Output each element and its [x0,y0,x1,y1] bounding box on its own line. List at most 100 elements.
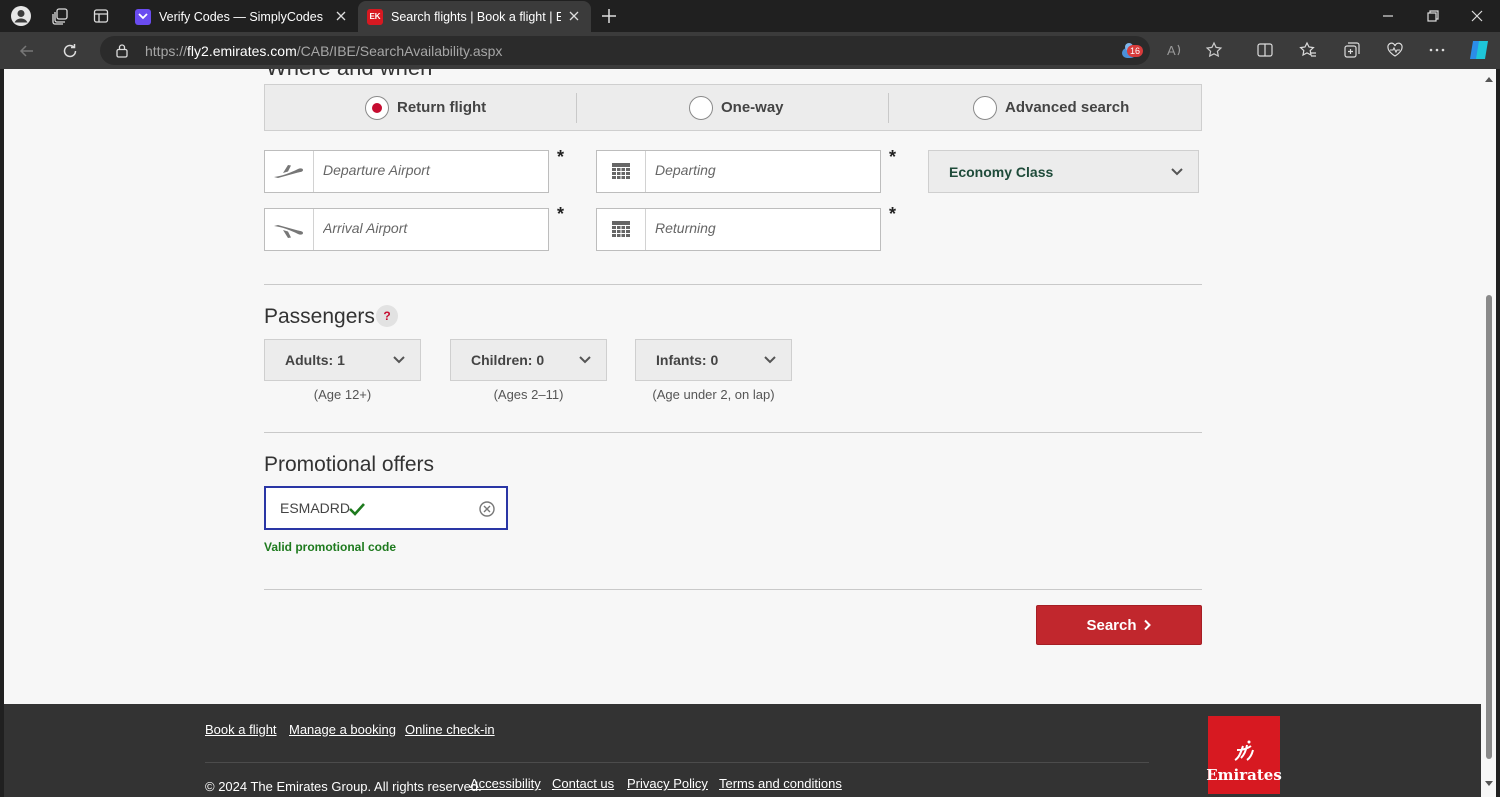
cabin-class-value: Economy Class [949,163,1054,180]
svg-text:A: A [1167,43,1176,58]
adults-value: Adults: 1 [285,352,345,368]
close-window-icon[interactable] [1467,6,1487,26]
required-mark: * [889,147,897,167]
logo-wordmark: Emirates [1206,766,1282,784]
section-divider [264,432,1202,433]
back-icon[interactable] [16,40,38,62]
tab-title: Verify Codes — SimplyCodes [159,9,323,24]
tab-emirates[interactable]: EK Search flights | Book a flight | Emir… [358,1,591,32]
site-footer: Book a flight Manage a booking Online ch… [4,704,1481,797]
chevron-down-icon [579,356,591,364]
tab-actions-icon[interactable] [90,5,112,27]
footer-link-accessibility[interactable]: Accessibility [470,776,541,791]
footer-link-terms[interactable]: Terms and conditions [719,776,842,791]
promo-valid-message: Valid promotional code [264,540,397,554]
calendar-icon [597,209,646,250]
emirates-calligraphy-icon [1234,740,1254,761]
read-aloud-icon[interactable]: A [1166,41,1184,59]
tab-simplycodes[interactable]: Verify Codes — SimplyCodes [126,1,358,32]
new-tab-icon[interactable] [599,6,619,26]
promo-code-input[interactable] [280,500,352,516]
arrival-airport-input[interactable] [323,220,533,236]
children-value: Children: 0 [471,352,545,368]
chevron-down-icon [1171,167,1183,175]
children-select[interactable]: Children: 0 [450,339,607,381]
page-scrollbar[interactable] [1481,69,1496,797]
radio-unselected[interactable] [973,95,997,120]
infants-select[interactable]: Infants: 0 [635,339,792,381]
scroll-down-icon[interactable] [1484,780,1494,788]
trip-option-one-way[interactable]: One-way [689,85,784,130]
split-screen-icon[interactable] [1256,41,1274,59]
section-divider [264,284,1202,285]
trip-option-label: One-way [721,99,784,116]
workspaces-icon[interactable] [49,5,71,27]
departing-date-input[interactable] [655,162,865,178]
infants-age-note: (Age under 2, on lap) [652,387,775,402]
trip-option-label: Advanced search [1005,99,1130,116]
footer-link-manage-booking[interactable]: Manage a booking [289,722,396,737]
promo-code-field[interactable] [264,486,508,530]
minimize-icon[interactable] [1378,6,1398,26]
simplycodes-icon [135,8,151,25]
address-bar-row: https://fly2.emirates.com/CAB/IBE/Search… [0,32,1500,69]
cabin-class-select[interactable]: Economy Class [928,150,1199,193]
favorite-star-icon[interactable] [1205,41,1223,59]
url-text: https://fly2.emirates.com/CAB/IBE/Search… [145,43,503,59]
section-heading-partial: Where and when [266,69,432,81]
arrival-airport-field[interactable] [264,208,549,251]
collections-icon[interactable] [1343,41,1361,59]
required-mark: * [889,204,897,224]
chevron-down-icon [393,356,405,364]
footer-link-book-flight[interactable]: Book a flight [205,722,277,737]
radio-unselected[interactable] [689,95,713,120]
trip-option-label: Return flight [397,99,487,116]
search-label: Search [1086,616,1137,634]
adults-select[interactable]: Adults: 1 [264,339,421,381]
close-tab-icon[interactable] [334,9,348,23]
footer-link-privacy[interactable]: Privacy Policy [627,776,708,791]
emirates-logo[interactable]: Emirates [1206,716,1282,794]
close-tab-icon[interactable] [567,9,581,23]
section-divider [264,589,1202,590]
radio-selected[interactable] [365,95,389,120]
trip-option-return[interactable]: Return flight [365,85,486,130]
returning-date-field[interactable] [596,208,881,251]
restore-icon[interactable] [1423,6,1443,26]
favorites-icon[interactable] [1299,41,1317,59]
chevron-down-icon [764,356,776,364]
footer-link-contact[interactable]: Contact us [552,776,614,791]
required-mark: * [557,147,565,167]
browser-titlebar: Verify Codes — SimplyCodes EK Search fli… [0,0,1500,32]
promo-heading: Promotional offers [264,453,435,476]
scroll-up-icon[interactable] [1484,75,1494,83]
departure-airport-field[interactable] [264,150,549,193]
children-age-note: (Ages 2–11) [493,387,564,402]
trip-option-advanced[interactable]: Advanced search [973,85,1129,130]
copyright-text: © 2024 The Emirates Group. All rights re… [205,779,482,794]
tab-title: Search flights | Book a flight | Emirate… [391,9,561,24]
lock-icon[interactable] [115,43,129,58]
departure-airport-input[interactable] [323,162,533,178]
url-bar[interactable]: https://fly2.emirates.com/CAB/IBE/Search… [100,36,1150,65]
search-button[interactable]: Search [1036,605,1202,645]
emirates-ek-icon: EK [367,8,383,25]
chevron-right-icon [1143,619,1151,631]
refresh-icon[interactable] [59,40,81,62]
footer-link-online-checkin[interactable]: Online check-in [405,722,495,737]
adults-age-note: (Age 12+) [313,387,372,402]
profile-icon[interactable] [10,5,32,27]
browser-essentials-icon[interactable] [1386,41,1404,59]
required-mark: * [557,204,565,224]
more-menu-icon[interactable] [1428,41,1446,59]
landing-icon [265,209,314,250]
returning-date-input[interactable] [655,220,865,236]
departing-date-field[interactable] [596,150,881,193]
scroll-thumb[interactable] [1486,295,1492,759]
passengers-heading: Passengers [264,305,375,328]
clear-input-icon[interactable] [478,500,496,518]
flight-search-page: Where and when Return flight One-way Adv… [4,69,1481,797]
help-icon[interactable]: ? [376,305,398,327]
checkmark-icon [349,503,365,516]
copilot-icon[interactable] [1467,39,1491,61]
